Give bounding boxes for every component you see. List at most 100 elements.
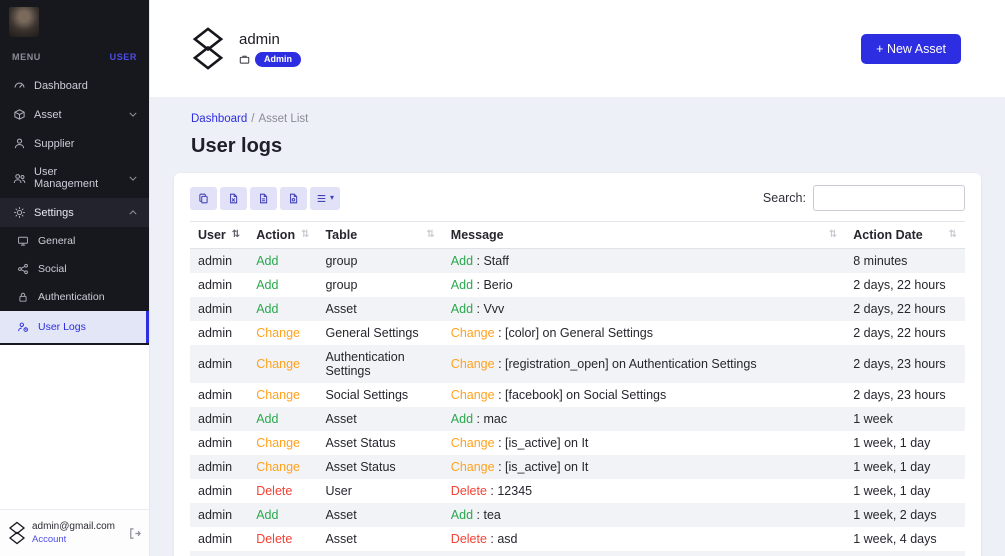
action-label: Add: [451, 302, 473, 316]
column-header-table[interactable]: Table⇅: [317, 222, 442, 249]
user-logs-icon: [16, 321, 30, 333]
action-label: Add: [451, 412, 473, 426]
cell-user: admin: [190, 407, 248, 431]
excel-export-button[interactable]: [220, 187, 247, 210]
sidebar-item-settings[interactable]: Settings: [0, 198, 149, 227]
pdf-export-button[interactable]: [280, 187, 307, 210]
breadcrumb-dashboard-link[interactable]: Dashboard: [191, 113, 247, 125]
cell-table: Asset: [317, 551, 442, 556]
sort-icon: ⇅: [232, 230, 240, 240]
new-asset-button[interactable]: + New Asset: [861, 34, 961, 64]
sort-icon: ⇅: [829, 230, 837, 240]
gear-icon: [12, 206, 26, 219]
sidebar-item-user-logs[interactable]: User Logs: [0, 311, 149, 343]
cell-action-date: 2 days, 22 hours: [845, 273, 965, 297]
sidebar-item-supplier[interactable]: Supplier: [0, 129, 149, 158]
cell-table: Asset: [317, 527, 442, 551]
page-title: User logs: [191, 135, 981, 158]
app-root: MENU USER Dashboard Asset: [0, 0, 1005, 556]
cell-action-date: 8 minutes: [845, 249, 965, 274]
action-label: Delete: [256, 484, 292, 498]
action-label: Change: [256, 460, 300, 474]
search-input[interactable]: [813, 185, 965, 211]
sidebar-item-label: Settings: [34, 207, 74, 219]
table-row: adminChangeAuthentication SettingsChange…: [190, 345, 965, 383]
cell-action: Delete: [248, 479, 317, 503]
sidebar-item-general[interactable]: General: [0, 227, 149, 255]
table-row: adminAddAssetAdd : Vvv2 days, 22 hours: [190, 297, 965, 321]
cell-action-date: 2 days, 23 hours: [845, 383, 965, 407]
briefcase-icon: [239, 54, 250, 65]
cell-action: Change: [248, 345, 317, 383]
asset-icon: [12, 108, 26, 121]
supplier-icon: [12, 137, 26, 150]
current-username: admin: [239, 31, 301, 48]
table-row: adminAddAssetAdd : mac1 week: [190, 407, 965, 431]
user-logs-card: ▾ Search: User⇅ Action⇅: [174, 173, 981, 556]
table-row: adminChangeAsset StatusChange : [is_acti…: [190, 431, 965, 455]
avatar[interactable]: [9, 7, 39, 37]
cell-action-date: 1 week, 4 days: [845, 527, 965, 551]
table-row: adminDeleteUserDelete : 123451 week, 1 d…: [190, 479, 965, 503]
cell-action: Add: [248, 297, 317, 321]
sidebar-item-label: Social: [38, 263, 67, 275]
cell-action-date: 2 days, 22 hours: [845, 297, 965, 321]
column-header-message[interactable]: Message⇅: [443, 222, 845, 249]
cell-action-date: 1 week, 4 days: [845, 551, 965, 556]
sidebar-item-social[interactable]: Social: [0, 255, 149, 283]
cell-action: Add: [248, 273, 317, 297]
cell-table: Asset Status: [317, 431, 442, 455]
cell-table: group: [317, 273, 442, 297]
column-header-user[interactable]: User⇅: [190, 222, 248, 249]
chevron-down-icon: [129, 112, 137, 117]
cell-action: Add: [248, 249, 317, 274]
account-email: admin@gmail.com: [32, 521, 115, 532]
user-section-label: USER: [110, 52, 137, 62]
log-table-body: adminAddgroupAdd : Staff8 minutesadminAd…: [190, 249, 965, 556]
column-header-action-date[interactable]: Action Date⇅: [845, 222, 965, 249]
cell-action: Add: [248, 503, 317, 527]
copy-button[interactable]: [190, 187, 217, 210]
column-header-action[interactable]: Action⇅: [248, 222, 317, 249]
cell-user: admin: [190, 431, 248, 455]
cell-message: Change : [facebook] on Social Settings: [443, 383, 845, 407]
breadcrumb-current: Asset List: [258, 113, 308, 125]
cell-action-date: 1 week, 1 day: [845, 455, 965, 479]
action-label: Add: [256, 412, 278, 426]
breadcrumb-separator: /: [251, 113, 254, 125]
csv-export-button[interactable]: [250, 187, 277, 210]
role-badge[interactable]: Admin: [255, 52, 301, 67]
brand-logo-icon: [191, 27, 225, 70]
sidebar-item-asset[interactable]: Asset: [0, 100, 149, 129]
sidebar-item-label: Dashboard: [34, 80, 88, 92]
action-label: Add: [256, 254, 278, 268]
cell-user: admin: [190, 297, 248, 321]
logout-icon[interactable]: [128, 527, 141, 540]
sort-icon: ⇅: [426, 230, 434, 240]
column-visibility-button[interactable]: ▾: [310, 187, 340, 210]
cell-message: Add : Vvv: [443, 297, 845, 321]
account-link[interactable]: Account: [32, 534, 115, 545]
topbar: admin Admin + New Asset: [150, 0, 1005, 97]
cell-user: admin: [190, 273, 248, 297]
cell-user: admin: [190, 383, 248, 407]
sidebar-item-authentication[interactable]: Authentication: [0, 283, 149, 311]
menu-section-label: MENU: [12, 52, 41, 62]
action-label: Add: [451, 254, 473, 268]
sidebar-item-dashboard[interactable]: Dashboard: [0, 71, 149, 100]
cell-message: Add : asd: [443, 551, 845, 556]
content: Dashboard / Asset List User logs: [150, 97, 1005, 556]
sidebar-item-label: Authentication: [38, 291, 105, 303]
cell-table: General Settings: [317, 321, 442, 345]
main-area: admin Admin + New Asset Dashboard / Asset …: [150, 0, 1005, 556]
action-label: Change: [451, 460, 495, 474]
sidebar-item-user-management[interactable]: User Management: [0, 158, 149, 198]
action-label: Change: [256, 326, 300, 340]
table-row: adminAddgroupAdd : Berio2 days, 22 hours: [190, 273, 965, 297]
table-row: adminChangeAsset StatusChange : [is_acti…: [190, 455, 965, 479]
cell-action: Delete: [248, 527, 317, 551]
cell-table: Asset Status: [317, 455, 442, 479]
cell-action-date: 1 week, 1 day: [845, 431, 965, 455]
table-header: User⇅ Action⇅ Table⇅ Message⇅ Action Dat…: [190, 222, 965, 249]
cell-action-date: 2 days, 23 hours: [845, 345, 965, 383]
